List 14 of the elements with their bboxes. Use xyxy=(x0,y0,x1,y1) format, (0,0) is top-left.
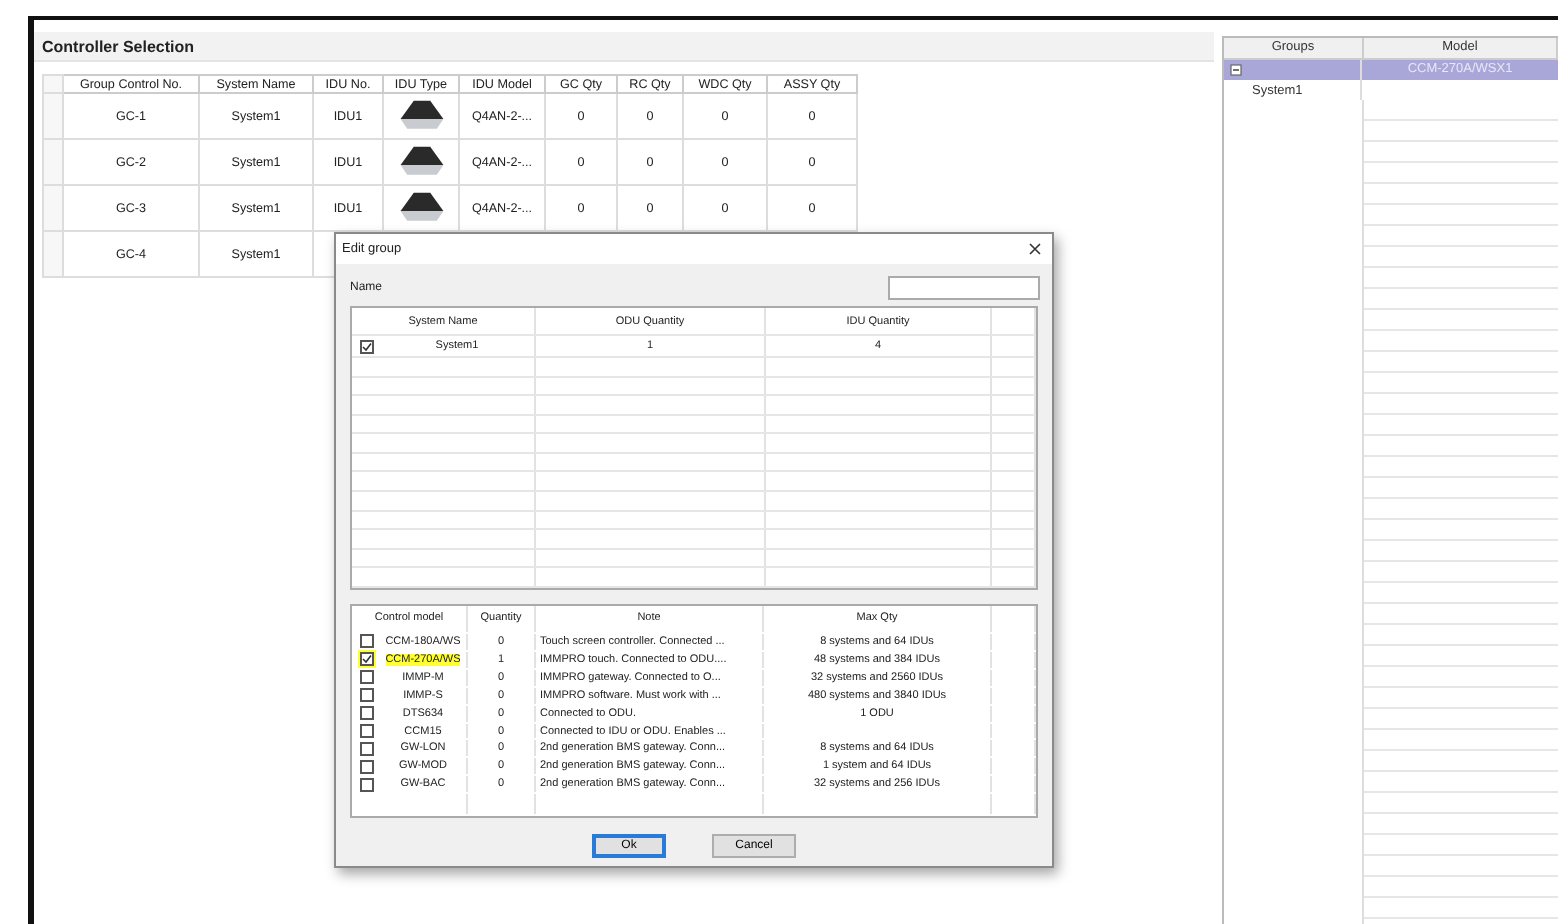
checkbox[interactable] xyxy=(360,741,374,756)
checkbox[interactable] xyxy=(360,670,374,685)
checkbox[interactable] xyxy=(360,777,374,792)
checkbox[interactable] xyxy=(360,339,374,354)
name-field[interactable] xyxy=(888,276,1040,300)
checkbox[interactable] xyxy=(360,652,374,667)
checkbox[interactable] xyxy=(360,706,374,721)
checkbox[interactable] xyxy=(360,634,374,649)
collapse-icon[interactable] xyxy=(1230,64,1242,76)
close-icon[interactable] xyxy=(1028,242,1042,256)
panel-title: Controller Selection xyxy=(42,37,195,55)
checkbox[interactable] xyxy=(360,724,374,739)
checkbox[interactable] xyxy=(360,759,374,774)
checkbox[interactable] xyxy=(360,688,374,703)
